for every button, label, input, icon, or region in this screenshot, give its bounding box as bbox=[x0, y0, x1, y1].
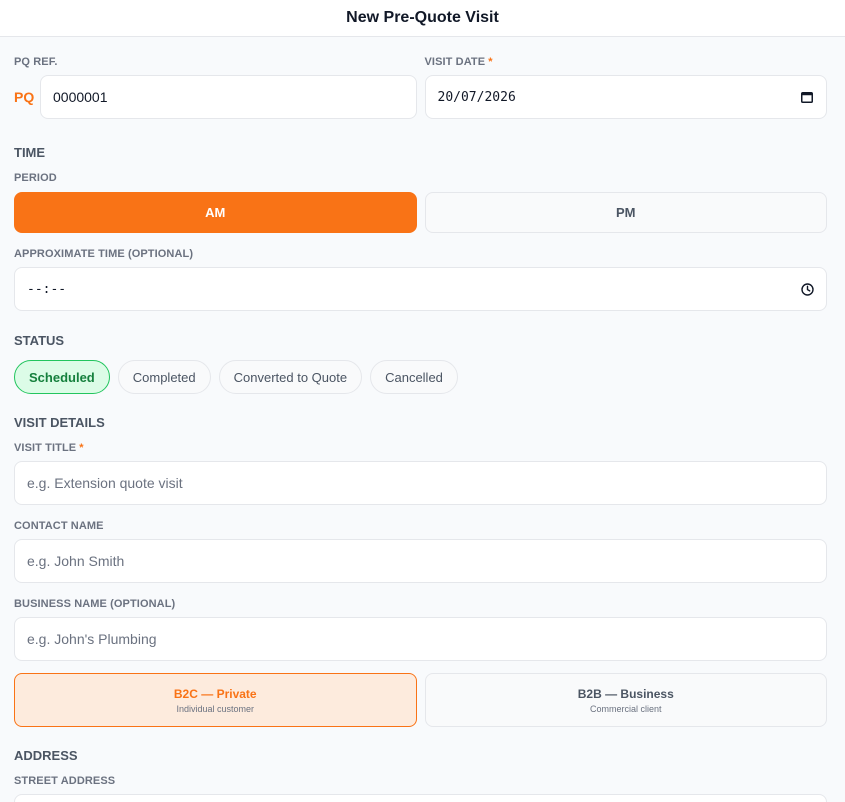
time-section-heading: TIME bbox=[14, 145, 46, 160]
approx-time-input[interactable]: --:-- bbox=[14, 267, 827, 311]
visit-title-placeholder: e.g. Extension quote visit bbox=[27, 475, 183, 491]
b2c-private-button[interactable]: B2C — Private Individual customer bbox=[14, 673, 417, 727]
visit-date-input[interactable]: 20/07/2026 bbox=[424, 75, 827, 119]
pq-ref-label: PQ REF. bbox=[14, 56, 58, 68]
required-mark: * bbox=[488, 56, 493, 68]
pq-ref-value: 0000001 bbox=[53, 89, 108, 105]
required-mark: * bbox=[79, 442, 84, 454]
approx-time-value: --:-- bbox=[27, 281, 67, 297]
page-title: New Pre-Quote Visit bbox=[346, 9, 499, 26]
visit-title-input[interactable]: e.g. Extension quote visit bbox=[14, 461, 827, 505]
contact-name-label: CONTACT NAME bbox=[14, 520, 104, 532]
business-name-label: BUSINESS NAME (OPTIONAL) bbox=[14, 598, 176, 610]
status-section-heading: STATUS bbox=[14, 333, 65, 348]
business-name-input[interactable]: e.g. John's Plumbing bbox=[14, 617, 827, 661]
status-cancelled-chip[interactable]: Cancelled bbox=[370, 360, 458, 394]
period-am-button[interactable]: AM bbox=[14, 192, 417, 233]
contact-name-placeholder: e.g. John Smith bbox=[27, 553, 125, 569]
business-name-placeholder: e.g. John's Plumbing bbox=[27, 631, 157, 647]
visit-date-label: VISIT DATE * bbox=[424, 56, 493, 68]
b2c-subtitle: Individual customer bbox=[176, 703, 255, 714]
b2b-subtitle: Commercial client bbox=[589, 703, 662, 714]
pq-prefix: PQ bbox=[14, 89, 35, 105]
clock-icon[interactable] bbox=[800, 282, 814, 296]
status-scheduled-chip[interactable]: Scheduled bbox=[14, 360, 110, 394]
calendar-icon[interactable] bbox=[800, 90, 814, 104]
street-address-input[interactable] bbox=[14, 794, 827, 802]
form: PQ REF. PQ 0000001 VISIT DATE * 20/07/202… bbox=[0, 55, 845, 802]
visit-date-value: 20/07/2026 bbox=[437, 89, 516, 105]
contact-name-input[interactable]: e.g. John Smith bbox=[14, 539, 827, 583]
visit-title-label: VISIT TITLE * bbox=[14, 442, 84, 454]
b2b-business-button[interactable]: B2B — Business Commercial client bbox=[424, 673, 827, 727]
header-bar: New Pre-Quote Visit bbox=[0, 0, 845, 37]
b2b-title: B2B — Business bbox=[577, 686, 674, 701]
status-converted-chip[interactable]: Converted to Quote bbox=[218, 360, 363, 394]
visit-details-section-heading: VISIT DETAILS bbox=[14, 415, 105, 430]
street-address-label: STREET ADDRESS bbox=[14, 775, 116, 787]
period-pm-button[interactable]: PM bbox=[424, 192, 827, 233]
period-label: PERIOD bbox=[14, 172, 57, 184]
pq-ref-input[interactable]: 0000001 bbox=[40, 75, 417, 119]
address-section-heading: ADDRESS bbox=[14, 748, 78, 763]
approx-time-label: APPROXIMATE TIME (OPTIONAL) bbox=[14, 248, 194, 260]
b2c-title: B2C — Private bbox=[173, 686, 257, 701]
status-completed-chip[interactable]: Completed bbox=[117, 360, 211, 394]
